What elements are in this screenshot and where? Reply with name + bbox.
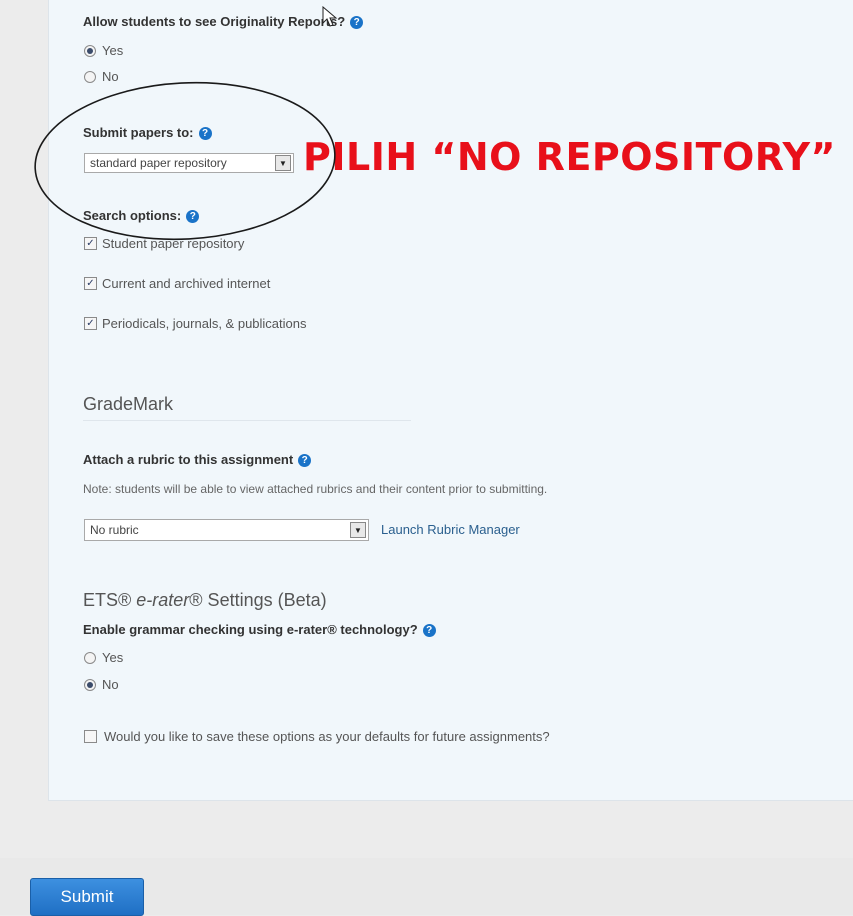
originality-option-yes[interactable]: Yes (84, 43, 123, 58)
rubric-select[interactable]: No rubric ▼ (84, 519, 369, 541)
mouse-cursor-icon (322, 6, 338, 27)
erater-option-no[interactable]: No (84, 677, 119, 692)
submit-button[interactable]: Submit (30, 878, 144, 916)
erater-question-text: Enable grammar checking using e-rater® t… (83, 622, 418, 637)
erater-question: Enable grammar checking using e-rater® t… (83, 622, 436, 638)
select-value: No rubric (90, 523, 139, 537)
radio-label: No (102, 677, 119, 692)
erater-section-title: ETS® e-rater® Settings (Beta) (83, 590, 327, 611)
help-icon[interactable]: ? (350, 16, 364, 30)
search-option-periodicals[interactable]: ✓ Periodicals, journals, & publications (84, 316, 307, 331)
rubric-label-text: Attach a rubric to this assignment (83, 452, 294, 467)
checkbox-label: Periodicals, journals, & publications (102, 316, 307, 331)
annotation-text: PILIH “NO REPOSITORY” (303, 135, 836, 179)
checkbox-label: Student paper repository (102, 236, 245, 251)
rubric-note: Note: students will be able to view atta… (83, 482, 548, 496)
radio-label: Yes (102, 650, 124, 665)
rubric-label: Attach a rubric to this assignment? (83, 452, 312, 468)
erater-title-italic: e-rater (136, 590, 190, 610)
help-icon[interactable]: ? (186, 210, 200, 224)
dropdown-arrow-icon[interactable]: ▼ (350, 522, 366, 538)
erater-title-prefix: ETS® (83, 590, 137, 610)
search-options-label: Search options:? (83, 208, 200, 224)
search-option-student-repository[interactable]: ✓ Student paper repository (84, 236, 244, 251)
radio-button[interactable] (84, 651, 96, 664)
erater-title-suffix: ® Settings (Beta) (189, 590, 327, 610)
checkbox-label: Would you like to save these options as … (104, 729, 550, 744)
search-options-label-text: Search options: (83, 208, 182, 223)
radio-button[interactable] (84, 678, 96, 691)
radio-button[interactable] (84, 44, 96, 57)
checkbox[interactable]: ✓ (84, 277, 97, 290)
checkbox[interactable] (84, 730, 97, 743)
help-icon[interactable]: ? (422, 624, 436, 638)
checkbox[interactable]: ✓ (84, 317, 97, 330)
radio-label: Yes (102, 43, 124, 58)
checkbox-label: Current and archived internet (102, 276, 271, 291)
search-option-internet[interactable]: ✓ Current and archived internet (84, 276, 270, 291)
originality-question-text: Allow students to see Originality Report… (83, 14, 346, 29)
launch-rubric-manager-link[interactable]: Launch Rubric Manager (381, 522, 520, 537)
erater-option-yes[interactable]: Yes (84, 650, 123, 665)
grademark-section-title: GradeMark (83, 394, 174, 414)
section-divider (83, 420, 411, 421)
save-defaults-option[interactable]: Would you like to save these options as … (84, 729, 550, 744)
help-icon[interactable]: ? (298, 454, 312, 468)
checkbox[interactable]: ✓ (84, 237, 97, 250)
